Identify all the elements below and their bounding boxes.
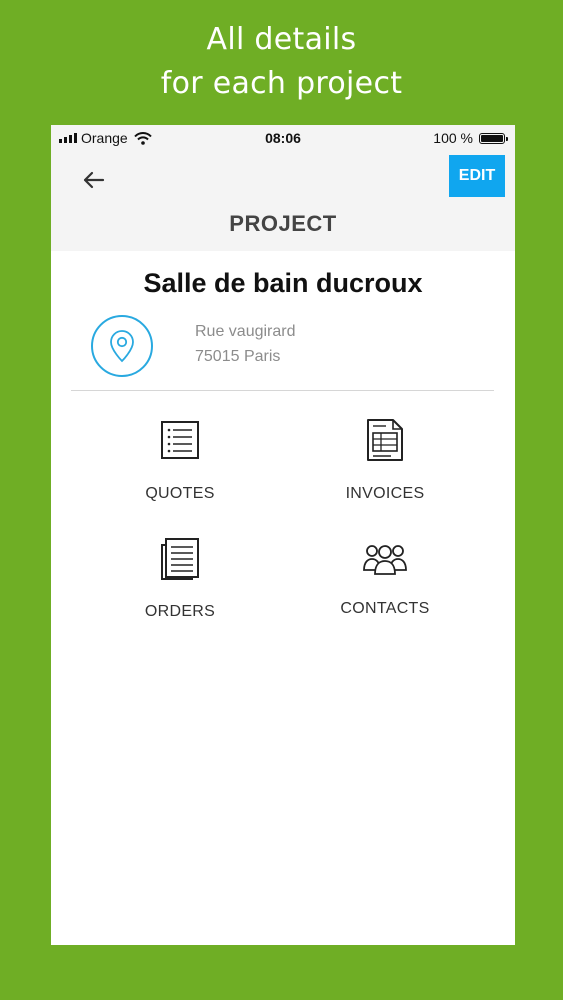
orders-tile[interactable]: ORDERS (85, 537, 275, 637)
page-title: PROJECT (229, 211, 337, 236)
invoice-document-icon (367, 419, 403, 461)
address-city: 75015 Paris (195, 348, 281, 365)
battery-icon (479, 132, 508, 144)
orders-label: ORDERS (144, 603, 216, 620)
contacts-group-icon (363, 545, 407, 575)
phone-screen: Orange 08:06 100 % EDIT PROJECT Salle de… (51, 125, 515, 945)
divider (71, 390, 494, 391)
map-pin-icon (110, 330, 134, 363)
battery-percent: 100 % (433, 130, 473, 146)
contacts-tile[interactable]: CONTACTS (290, 540, 480, 640)
invoices-label: INVOICES (345, 485, 425, 502)
promo-caption: All details for each project (0, 18, 563, 106)
project-name: Salle de bain ducroux (143, 268, 423, 298)
battery-group: 100 % (433, 130, 508, 146)
invoices-tile[interactable]: INVOICES (290, 418, 480, 518)
contacts-label: CONTACTS (340, 600, 430, 617)
promo-line-1: All details (206, 22, 357, 57)
nav-bar: EDIT PROJECT (51, 151, 515, 251)
orders-document-icon (161, 538, 199, 580)
location-pin-icon[interactable] (91, 315, 153, 377)
quotes-label: QUOTES (145, 485, 215, 502)
list-icon (161, 421, 199, 459)
edit-button[interactable]: EDIT (449, 155, 505, 197)
back-arrow-icon[interactable] (79, 165, 109, 195)
address-street: Rue vaugirard (195, 323, 296, 340)
status-bar: Orange 08:06 100 % (51, 125, 515, 151)
quotes-tile[interactable]: QUOTES (85, 420, 275, 520)
promo-line-2: for each project (160, 66, 403, 101)
